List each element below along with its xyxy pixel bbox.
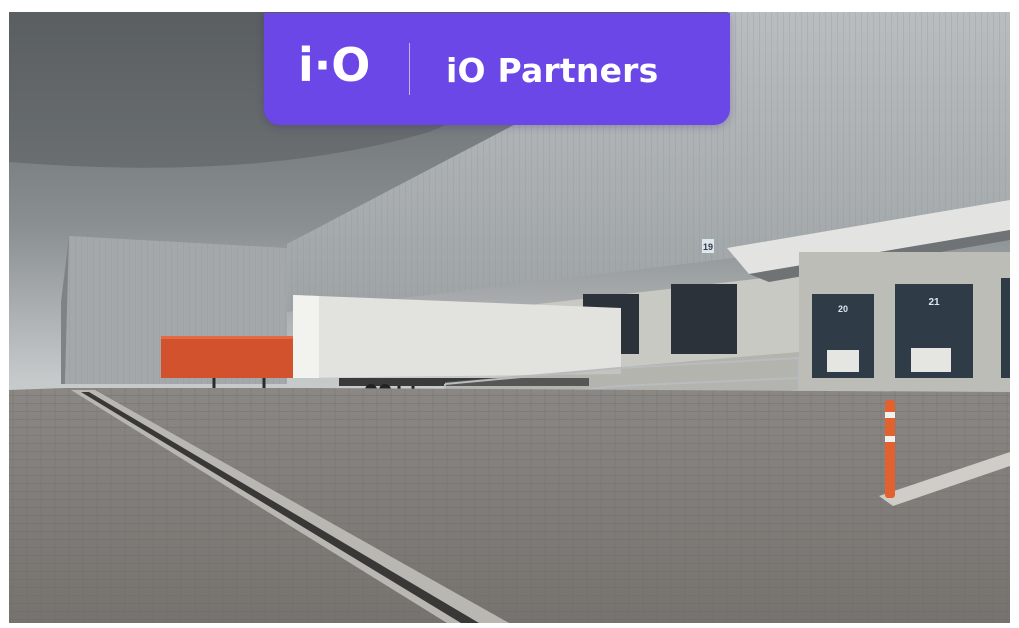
dock-number: 21	[928, 297, 940, 308]
orange-container	[161, 336, 295, 378]
brand-divider	[409, 43, 410, 95]
brand-name: iO Partners	[446, 51, 659, 90]
dock-door	[1001, 278, 1010, 378]
dock-number: 19	[703, 242, 713, 252]
brand-logo: i·O	[298, 38, 371, 92]
white-trailer	[293, 295, 621, 378]
brand-badge: i·O iO Partners	[264, 13, 730, 125]
photo-frame: 19 20 21 i·O iO Partners	[9, 12, 1010, 623]
dock-number: 20	[838, 304, 848, 314]
